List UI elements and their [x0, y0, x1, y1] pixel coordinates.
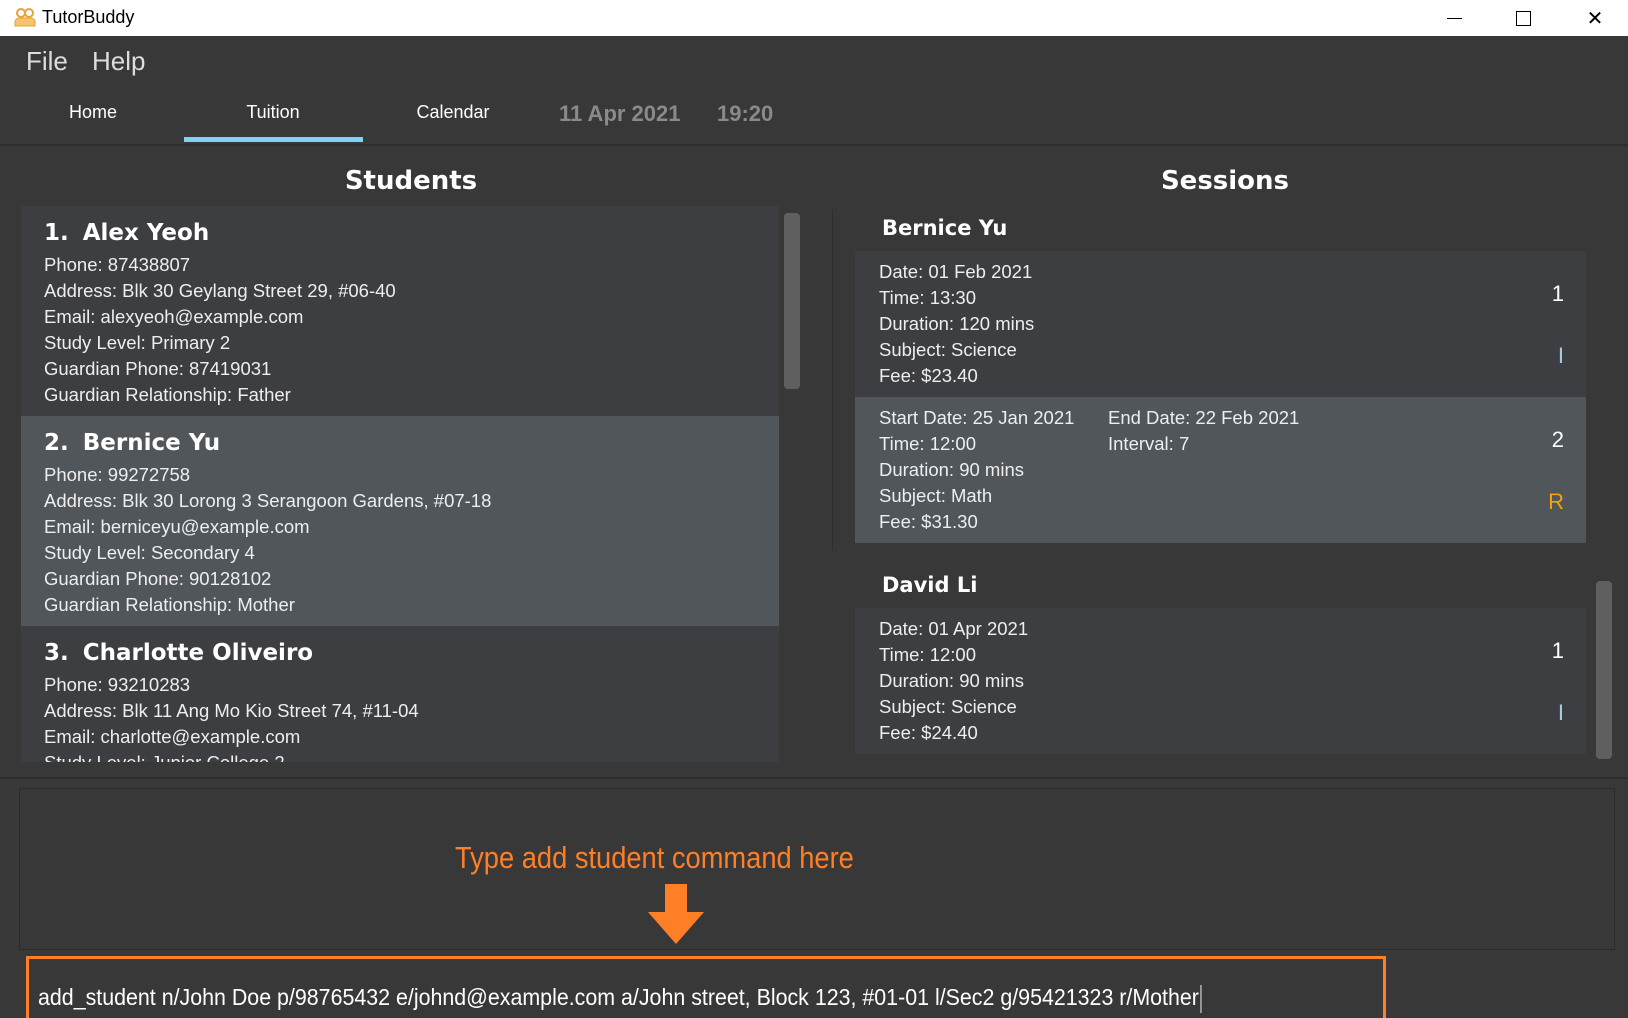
session-type-badge: R [1548, 489, 1564, 514]
session-type-badge: I [1557, 700, 1564, 725]
student-email: Email: alexyeoh@example.com [44, 306, 304, 327]
divider [0, 777, 1628, 779]
guardian-phone: Guardian Phone: 87419031 [44, 358, 272, 379]
session-fee: Fee: $24.40 [879, 722, 978, 743]
tab-calendar[interactable]: Calendar [363, 102, 543, 123]
divider [0, 144, 1628, 146]
session-group-student: David Li [882, 573, 978, 597]
text-caret [1200, 984, 1202, 1013]
command-input[interactable]: add_student n/John Doe p/98765432 e/john… [38, 984, 1202, 1013]
session-card-recurring[interactable]: Start Date: 25 Jan 2021 Time: 12:00 Dura… [855, 397, 1586, 543]
student-level: Study Level: Primary 2 [44, 332, 231, 353]
current-time: 19:20 [717, 101, 774, 126]
session-interval: Interval: 7 [1108, 433, 1190, 454]
session-duration: Duration: 90 mins [879, 459, 1024, 480]
student-card[interactable]: 1. Alex Yeoh Phone: 87438807 Address: Blk… [21, 206, 779, 416]
student-address: Address: Blk 11 Ang Mo Kio Street 74, #1… [44, 700, 419, 721]
session-date: Date: 01 Feb 2021 [879, 261, 1033, 282]
student-phone: Phone: 93210283 [44, 674, 191, 695]
close-button[interactable]: ✕ [1572, 0, 1618, 36]
session-index: 1 [1551, 638, 1564, 663]
session-date: Date: 01 Apr 2021 [879, 618, 1029, 639]
sessions-title: Sessions [1160, 166, 1290, 196]
people-icon [14, 8, 36, 27]
session-fee: Fee: $23.40 [879, 365, 978, 386]
sessions-scrollbar[interactable] [1596, 581, 1612, 759]
session-subject: Subject: Science [879, 339, 1017, 360]
session-duration: Duration: 90 mins [879, 670, 1024, 691]
session-index: 2 [1551, 427, 1564, 452]
students-title: Students [344, 166, 478, 196]
session-index: 1 [1551, 281, 1564, 306]
session-time: Time: 12:00 [879, 644, 976, 665]
students-scrollbar[interactable] [784, 213, 800, 389]
session-end-date: End Date: 22 Feb 2021 [1108, 407, 1300, 428]
window-title: TutorBuddy [42, 7, 135, 27]
session-subject: Subject: Math [879, 485, 993, 506]
student-index: 2. [44, 430, 69, 456]
student-name: Bernice Yu [82, 430, 221, 456]
student-name: Alex Yeoh [82, 220, 210, 246]
current-date: 11 Apr 2021 [559, 101, 681, 126]
panel-divider [832, 210, 833, 550]
menu-file[interactable]: File [26, 46, 68, 77]
annotation-text: Type add student command here [455, 840, 854, 875]
student-level: Study Level: Junior College 2 [44, 750, 756, 762]
student-address: Address: Blk 30 Geylang Street 29, #06-4… [44, 280, 396, 301]
tab-tuition[interactable]: Tuition [183, 102, 363, 123]
menu-help[interactable]: Help [92, 46, 145, 77]
student-phone: Phone: 99272758 [44, 464, 191, 485]
title-bar: TutorBuddy ✕ [0, 0, 1628, 36]
maximize-button[interactable] [1500, 0, 1546, 36]
session-card[interactable]: Date: 01 Feb 2021 Time: 13:30 Duration: … [855, 251, 1586, 397]
session-time: Time: 13:30 [879, 287, 976, 308]
tab-home[interactable]: Home [3, 102, 183, 123]
student-phone: Phone: 87438807 [44, 254, 191, 275]
student-index: 1. [44, 220, 69, 246]
students-list[interactable]: 1. Alex Yeoh Phone: 87438807 Address: Blk… [21, 206, 779, 762]
student-name: Charlotte Oliveiro [82, 640, 314, 666]
student-card-selected[interactable]: 2. Bernice Yu Phone: 99272758 Address: Bl… [21, 416, 779, 626]
command-text: add_student n/John Doe p/98765432 e/john… [38, 984, 1199, 1010]
student-email: Email: charlotte@example.com [44, 726, 301, 747]
minimize-button[interactable] [1431, 0, 1477, 36]
session-fee: Fee: $31.30 [879, 511, 978, 532]
session-group-student: Bernice Yu [882, 216, 1008, 240]
guardian-phone: Guardian Phone: 90128102 [44, 568, 272, 589]
student-level: Study Level: Secondary 4 [44, 542, 255, 563]
student-index: 3. [44, 640, 69, 666]
session-card[interactable]: Date: 01 Apr 2021 Time: 12:00 Duration: … [855, 608, 1586, 754]
student-email: Email: berniceyu@example.com [44, 516, 310, 537]
session-subject: Subject: Science [879, 696, 1017, 717]
active-tab-indicator [184, 137, 363, 142]
guardian-relationship: Guardian Relationship: Mother [44, 594, 295, 615]
session-duration: Duration: 120 mins [879, 313, 1035, 334]
arrow-down-icon [648, 884, 704, 944]
guardian-relationship: Guardian Relationship: Father [44, 384, 291, 405]
student-address: Address: Blk 30 Lorong 3 Serangoon Garde… [44, 490, 492, 511]
session-type-badge: I [1557, 343, 1564, 368]
student-card[interactable]: 3. Charlotte Oliveiro Phone: 93210283 Add… [21, 626, 779, 762]
